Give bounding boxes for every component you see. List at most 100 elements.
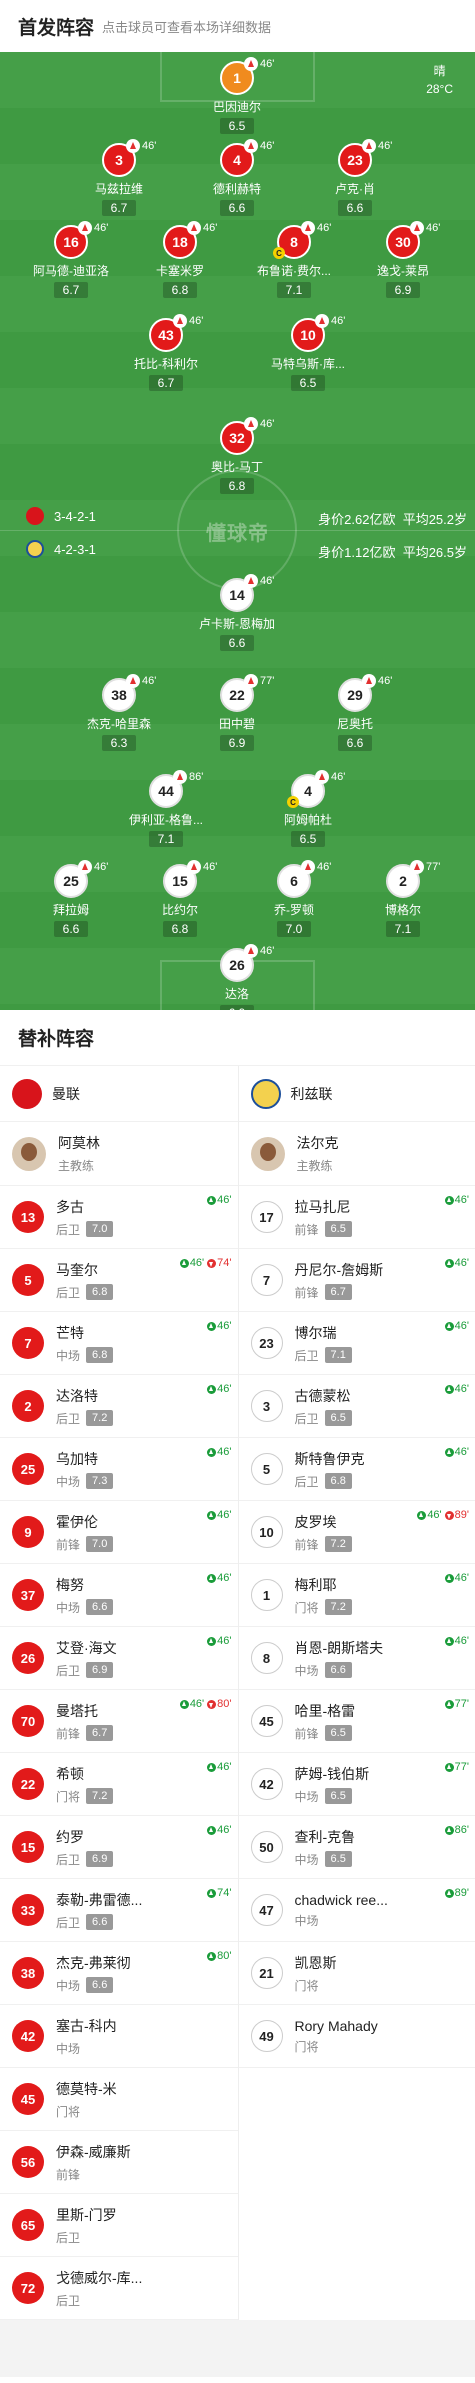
coach-role: 主教练: [296, 1159, 333, 1173]
bench-player-42[interactable]: 42 萨姆-钱伯斯 中场 6.5 77': [238, 1753, 475, 1816]
bench-player-5[interactable]: 5 马奎尔 后卫 6.8 46' 74': [0, 1249, 238, 1312]
player-info: 斯特鲁伊克 后卫 6.8: [295, 1449, 365, 1490]
bench-player-7[interactable]: 7 丹尼尔-詹姆斯 前锋 6.7 46': [238, 1249, 475, 1312]
substitution-icon: [126, 139, 140, 153]
player-name: 卢卡斯-恩梅加: [199, 617, 275, 631]
bench-player-42[interactable]: 42 塞古-科内 中场: [0, 2005, 238, 2068]
player-name: 马特乌斯·库...: [271, 357, 345, 371]
sub-minute: 46': [260, 58, 275, 70]
substitution-icon: [187, 221, 201, 235]
player-3[interactable]: 3 46' 马兹拉维 6.7: [74, 139, 164, 217]
bench-player-1[interactable]: 1 梅利耶 门将 7.2 46': [238, 1564, 475, 1627]
player-6[interactable]: 6 46' 乔-罗顿 7.0: [249, 860, 339, 938]
player-info: 里斯-门罗 后卫: [56, 2205, 117, 2246]
sub-indicator: 46': [173, 314, 203, 328]
player-number: 47: [250, 1894, 283, 1926]
bench-player-45[interactable]: 45 德莫特-米 门将: [0, 2068, 238, 2131]
sub-out-icon: [207, 1699, 217, 1709]
bench-player-49[interactable]: 49 Rory Mahady 门将: [238, 2005, 475, 2068]
substitutes-section: 替补阵容 曼联 阿莫林 主教练 13 多古 后卫 7.0 46' 5 马奎尔 后卫 6.8 46' 7…: [0, 1010, 475, 2320]
sub-in-icon: [444, 1384, 454, 1394]
sub-indicator: 46': [78, 221, 108, 235]
player-38[interactable]: 38 46' 杰克-哈里森 6.3: [74, 674, 164, 752]
player-name: 多古: [56, 1198, 84, 1215]
player-rating: 6.5: [324, 1851, 352, 1867]
player-44[interactable]: 44 86' 伊利亚-格鲁... 7.1: [121, 770, 211, 848]
bench-player-10[interactable]: 10 皮罗埃 前锋 7.2 46' 89': [238, 1501, 475, 1564]
player-43[interactable]: 43 46' 托比-科利尔 6.7: [121, 314, 211, 392]
player-1[interactable]: 1 46' 巴因迪尔 6.5: [192, 57, 282, 135]
home-team-header[interactable]: 曼联: [0, 1066, 238, 1122]
bench-player-25[interactable]: 25 乌加特 中场 7.3 46': [0, 1438, 238, 1501]
bench-player-33[interactable]: 33 泰勒-弗雷德... 后卫 6.6 74': [0, 1879, 238, 1942]
man-utd-logo-icon: [12, 1078, 42, 1109]
sub-events: 46': [207, 1446, 232, 1458]
player-position-row: 中场 6.6: [56, 1599, 114, 1616]
pitch: 晴 28°C 懂球帝 3-4-2-1 身价2.62亿欧 平均25.2岁 4-2-…: [0, 52, 475, 1010]
bench-player-72[interactable]: 72 戈德威尔-库... 后卫: [0, 2257, 238, 2320]
sub-in-minute: 46': [217, 1572, 232, 1584]
substitution-icon: [187, 860, 201, 874]
away-team-header[interactable]: 利兹联: [238, 1066, 475, 1122]
player-rating: 6.5: [324, 1725, 352, 1741]
sub-events: 46': [444, 1446, 469, 1458]
player-name: 马兹拉维: [94, 182, 143, 196]
player-23[interactable]: 23 46' 卢克·肖 6.6: [310, 139, 400, 217]
bench-player-21[interactable]: 21 凯恩斯 门将: [238, 1942, 475, 2005]
bench-player-17[interactable]: 17 拉马扎尼 前锋 6.5 46': [238, 1186, 475, 1249]
bench-player-70[interactable]: 70 曼塔托 前锋 6.7 46' 80': [0, 1690, 238, 1753]
player-name: 皮罗埃: [294, 1513, 337, 1530]
bench-player-22[interactable]: 22 希顿 门将 7.2 46': [0, 1753, 238, 1816]
bench-player-26[interactable]: 26 艾登·海文 后卫 6.9 46': [0, 1627, 238, 1690]
away-coach[interactable]: 法尔克 主教练: [238, 1122, 475, 1186]
player-position-row: 前锋 7.0: [56, 1536, 114, 1553]
player-position-row: 中场: [56, 2040, 117, 2057]
sub-minute: 46': [426, 222, 441, 234]
player-number: 37: [12, 1579, 44, 1611]
player-18[interactable]: 18 46' 卡塞米罗 6.8: [135, 221, 225, 299]
player-22[interactable]: 22 77' 田中碧 6.9: [192, 674, 282, 752]
player-32[interactable]: 32 46' 奥比-马丁 6.8: [192, 417, 282, 495]
player-25[interactable]: 25 46' 拜拉姆 6.6: [26, 860, 116, 938]
bench-player-56[interactable]: 56 伊森-威廉斯 前锋: [0, 2131, 238, 2194]
player-2[interactable]: 2 77' 博格尔 7.1: [358, 860, 448, 938]
bench-player-13[interactable]: 13 多古 后卫 7.0 46': [0, 1186, 238, 1249]
player-name: 霍伊伦: [56, 1513, 98, 1530]
player-rating: 6.8: [219, 478, 255, 494]
bench-player-23[interactable]: 23 博尔瑞 后卫 7.1 46': [238, 1312, 475, 1375]
player-14[interactable]: 14 46' 卢卡斯-恩梅加 6.6: [192, 574, 282, 652]
sub-in-icon: [207, 1573, 217, 1583]
bench-player-47[interactable]: 47 chadwick ree... 中场 89': [238, 1879, 475, 1942]
player-26[interactable]: 2646'达洛6.9: [192, 944, 282, 1010]
bench-player-65[interactable]: 65 里斯-门罗 后卫: [0, 2194, 238, 2257]
player-10[interactable]: 10 46' 马特乌斯·库... 6.5: [263, 314, 353, 392]
bench-player-50[interactable]: 50 查利-克鲁 中场 6.5 86': [238, 1816, 475, 1879]
player-name: 逸戈-莱昂: [377, 264, 429, 278]
player-15[interactable]: 15 46' 比约尔 6.8: [135, 860, 225, 938]
bench-player-38[interactable]: 38 杰克-弗莱彻 中场 6.6 80': [0, 1942, 238, 2005]
player-29[interactable]: 29 46' 尼奥托 6.6: [310, 674, 400, 752]
substitution-icon: [173, 770, 187, 784]
player-30[interactable]: 30 46' 逸戈-莱昂 6.9: [358, 221, 448, 299]
player-rating: 6.6: [86, 1914, 114, 1930]
player-name: 杰克-哈里森: [87, 717, 151, 731]
player-name: 阿姆帕杜: [283, 813, 332, 827]
bench-player-37[interactable]: 37 梅努 中场 6.6 46': [0, 1564, 238, 1627]
home-coach[interactable]: 阿莫林 主教练: [0, 1122, 238, 1186]
bench-player-3[interactable]: 3 古德蒙松 后卫 6.5 46': [238, 1375, 475, 1438]
bench-player-5[interactable]: 5 斯特鲁伊克 后卫 6.8 46': [238, 1438, 475, 1501]
page-subtitle: 点击球员可查看本场详细数据: [102, 19, 272, 35]
bench-player-7[interactable]: 7 芒特 中场 6.8 46': [0, 1312, 238, 1375]
bench-player-9[interactable]: 9 霍伊伦 前锋 7.0 46': [0, 1501, 238, 1564]
player-8[interactable]: 8 46' C 布鲁诺·费尔... 7.1: [249, 221, 339, 299]
player-4[interactable]: 4 46' C 阿姆帕杜 6.5: [263, 770, 353, 848]
player-position-row: 中场 7.3: [56, 1473, 114, 1490]
substitutes-title: 替补阵容: [0, 1010, 475, 1066]
bench-player-45[interactable]: 45 哈里-格雷 前锋 6.5 77': [238, 1690, 475, 1753]
bench-player-2[interactable]: 2 达洛特 后卫 7.2 46': [0, 1375, 238, 1438]
player-4[interactable]: 4 46' 德利赫特 6.6: [192, 139, 282, 217]
bench-player-8[interactable]: 8 肖恩-朗斯塔夫 中场 6.6 46': [238, 1627, 475, 1690]
player-number: 45: [12, 2083, 44, 2115]
player-16[interactable]: 16 46' 阿马德-迪亚洛 6.7: [26, 221, 116, 299]
bench-player-15[interactable]: 15 约罗 后卫 6.9 46': [0, 1816, 238, 1879]
